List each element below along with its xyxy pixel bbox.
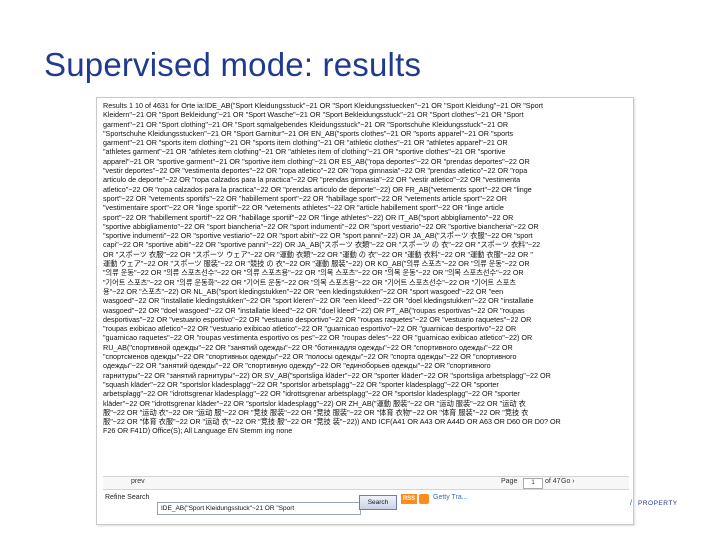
results-line: "기어트 스포츠"~22 OR "의류 운동화"~22 OR "기어트 운동"~… (103, 278, 623, 287)
results-line: "roupas exibicao atletico"~22 OR "vestua… (103, 324, 623, 333)
results-line: sport"~22 OR "habillement sportif"~22 OR… (103, 213, 623, 222)
results-line: 運動 ウェア"~22 OR "スポーツ 服装"~22 OR "競技 の 衣"~2… (103, 259, 623, 268)
results-line: garment"~21 OR "Sport clothing"~21 OR "S… (103, 120, 623, 129)
results-line: "guarnicao raquetes"~22 OR "roupas vesti… (103, 333, 623, 342)
results-line: sport"~22 OR "vetements sportifs"~22 OR … (103, 194, 623, 203)
results-line: 服"~22 OR "体育 衣服"~22 OR "运动 衣"~22 OR "竞技 … (103, 417, 623, 426)
results-line: "athletes garment"~21 OR "athletes item … (103, 147, 623, 156)
rss-feed-icon[interactable] (419, 494, 429, 504)
refine-search-label: Refine Search (105, 494, 149, 501)
results-line: 服"~22 OR "运动 衣"~22 OR "运动 服"~22 OR "竞技 服… (103, 408, 623, 417)
results-line: wasgoed"~22 OR "installatie kledingstukk… (103, 296, 623, 305)
results-line: OR "スポーツ 衣服"~22 OR "スポーツ ウェア"~22 OR "運動 … (103, 250, 623, 259)
results-line: "vestir deportes"~22 OR "vestimenta depo… (103, 166, 623, 175)
results-line: kläder"~22 OR "idrottsgrenar kläder"~22 … (103, 399, 623, 408)
results-line: capi"~22 OR "sportive abiti"~22 OR "spor… (103, 240, 623, 249)
results-line: RU_AB("спортивной одежды"~22 OR "занятий… (103, 343, 623, 352)
slide-title: Supervised mode: results (44, 46, 421, 84)
results-line: articulo de deporte"~22 OR "ropa calzado… (103, 175, 623, 184)
results-line: garment"~21 OR "sports item clothing"~21… (103, 138, 623, 147)
go-page-button[interactable]: Go › (561, 478, 575, 485)
results-line: atletico"~22 OR "ropa calzados para la p… (103, 185, 623, 194)
prev-page-link[interactable]: prev (131, 478, 145, 485)
results-line: "sportive indumenti"~22 OR "sportive ves… (103, 231, 623, 240)
page-number-input[interactable]: 1 (523, 478, 543, 489)
results-line: "спортсменов одежды"~22 OR "спортивных о… (103, 352, 623, 361)
results-line: apparel"~21 OR "sportive garment"~21 OR … (103, 157, 623, 166)
search-button[interactable]: Search (359, 495, 397, 510)
page-count: of 47 (545, 478, 561, 485)
results-line: "squash kläder"~22 OR "sportslor kladesp… (103, 380, 623, 389)
results-line: "의류 운동"~22 OR "의류 스포츠선수"~22 OR "의류 스포츠용"… (103, 268, 623, 277)
results-text-block: Results 1 10 of 4631 for Orte ia:IDE_AB(… (103, 101, 623, 461)
results-line: Kleidern"~21 OR "Sport Bekleidung"~21 OR… (103, 110, 623, 119)
corner-logo-text: PROPERTY (638, 500, 678, 507)
results-line: "vestimentaire sport"~22 OR "linge sport… (103, 203, 623, 212)
getty-translation-link[interactable]: Getty Tra... (433, 494, 468, 501)
results-line: desportivas"~22 OR "vestuario esportivo"… (103, 315, 623, 324)
results-line: 용"~22 OR "스포츠"~22) OR NL_AB("sport kledi… (103, 287, 623, 296)
corner-logo-mark: / (630, 500, 632, 507)
results-line: arbetsplagg"~22 OR "idrottsgrenar klades… (103, 389, 623, 398)
results-line: "sportive abbigliamento"~22 OR "sport bi… (103, 222, 623, 231)
results-line: Results 1 10 of 4631 for Orte ia:IDE_AB(… (103, 101, 623, 110)
refine-search-input[interactable]: IDE_AB("Sport Kleidungsstuck"~21 OR "Spo… (157, 502, 361, 515)
results-screenshot: Results 1 10 of 4631 for Orte ia:IDE_AB(… (96, 97, 634, 525)
results-line: wasgoed"~22 OR "doel wasgoed"~22 OR "ins… (103, 306, 623, 315)
results-line: "Sportschuhe Kleidungsstucken"~21 OR "Sp… (103, 129, 623, 138)
pagination-bar: prev Page 1 of 47 Go › (103, 476, 629, 490)
results-line: гарнитуры"~22 OR "занятий гарнитуры"~22)… (103, 371, 623, 380)
page-label: Page (501, 478, 517, 485)
rss-button[interactable]: RSS (401, 494, 417, 504)
results-line: одежды"~22 OR "занятий одежды"~22 OR "сп… (103, 361, 623, 370)
results-line: F26 OR F41D) Office(S); All Language EN … (103, 426, 623, 435)
